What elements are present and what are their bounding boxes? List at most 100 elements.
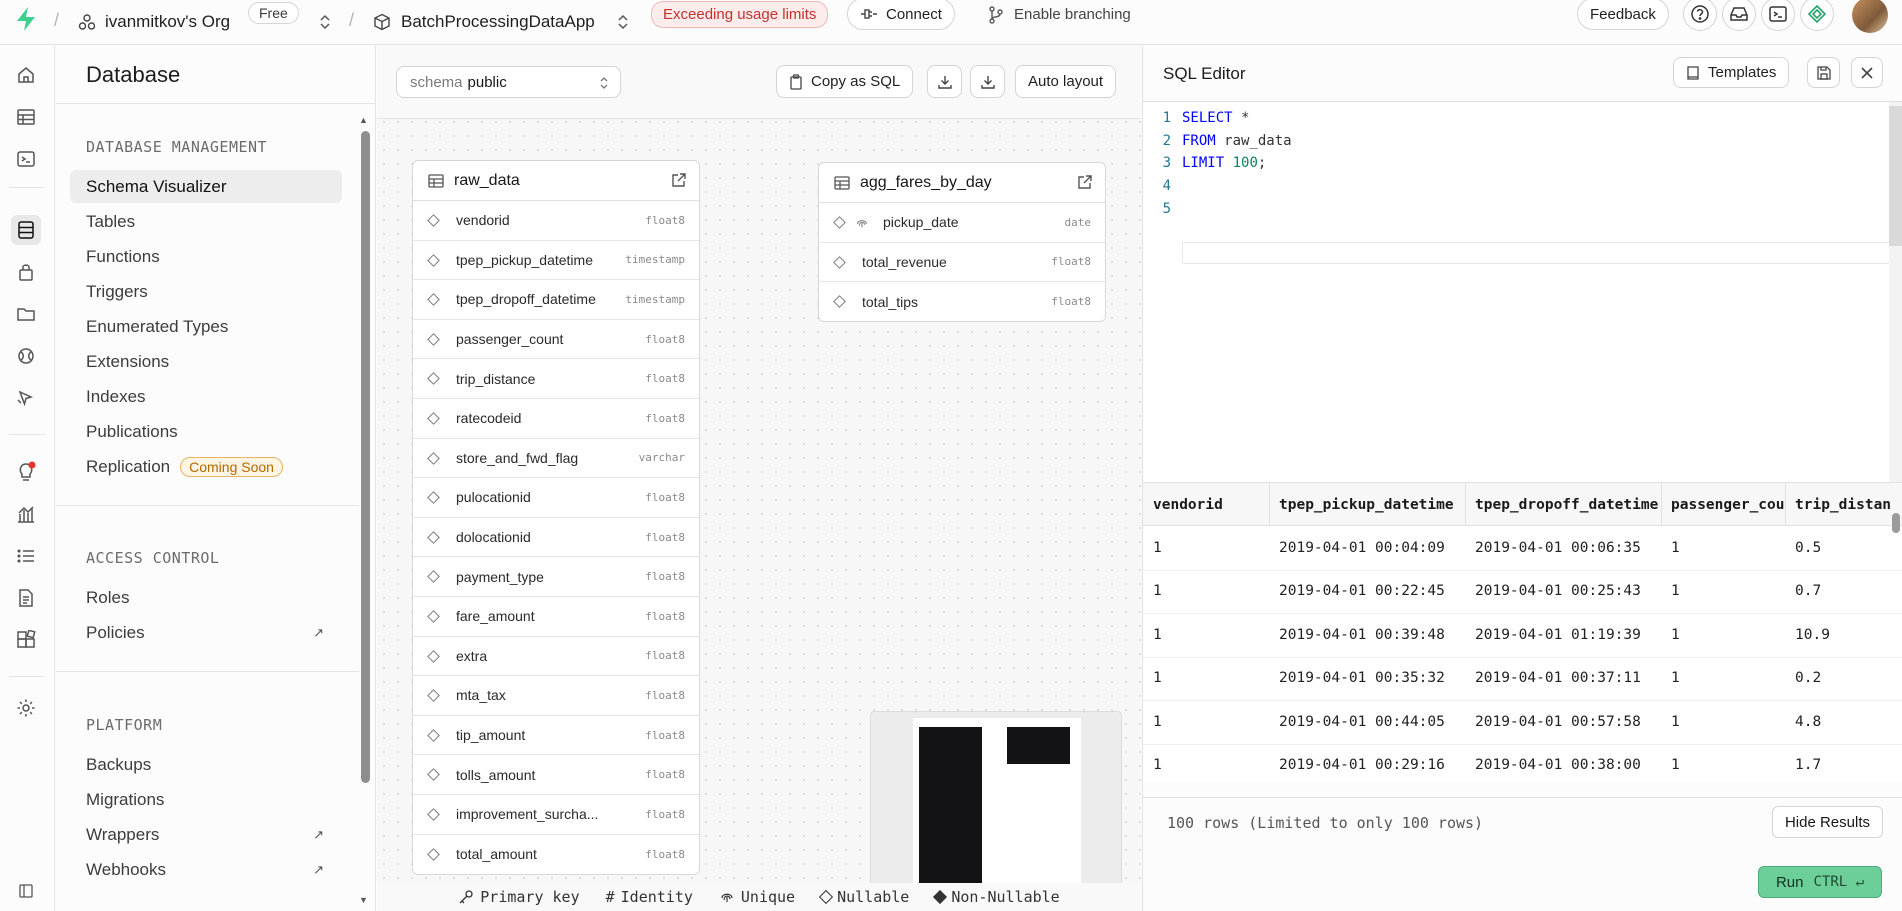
column-row[interactable]: total_amount float8 [413,835,699,875]
org-name[interactable]: ivanmitkov's Org [105,12,230,32]
database-icon[interactable] [11,215,41,245]
copy-as-sql-button[interactable]: Copy as SQL [776,65,914,98]
table-cell[interactable]: 1 [1661,526,1785,570]
table-cell[interactable]: 1 [1661,744,1785,783]
schema-canvas[interactable]: schema public Copy as SQL Auto layout ra… [377,45,1141,911]
table-cell[interactable]: 2019-04-01 01:19:39 [1465,613,1661,657]
table-cell[interactable]: 1 [1661,657,1785,701]
column-row[interactable]: tip_amount float8 [413,716,699,756]
usage-warning-badge[interactable]: Exceeding usage limits [651,1,829,28]
table-cell[interactable]: 2019-04-01 00:25:43 [1465,570,1661,614]
column-header[interactable]: tpep_pickup_datetime [1269,483,1465,526]
table-cell[interactable]: 2019-04-01 00:22:45 [1269,570,1465,614]
table-cell[interactable]: 1 [1143,570,1269,614]
menu-scrollbar[interactable] [361,131,370,783]
column-row[interactable]: trip_distance float8 [413,359,699,399]
menu-item-tables[interactable]: Tables [70,205,342,238]
column-row[interactable]: tpep_pickup_datetime timestamp [413,241,699,281]
home-icon[interactable] [12,61,40,89]
column-row[interactable]: mta_tax float8 [413,676,699,716]
scroll-down-arrow-icon[interactable]: ▼ [359,895,368,905]
org-switcher-chevron-icon[interactable] [318,13,332,31]
table-cell[interactable]: 1 [1661,700,1785,744]
code-editor[interactable]: 1 2 3 4 5 SELECT * FROM raw_data LIMIT 1… [1143,102,1902,482]
table-cell[interactable]: 0.7 [1785,570,1902,614]
templates-button[interactable]: Templates [1673,57,1790,88]
column-row[interactable]: ratecodeid float8 [413,399,699,439]
column-row[interactable]: pulocationid float8 [413,478,699,518]
table-cell[interactable]: 1 [1661,613,1785,657]
menu-item-functions[interactable]: Functions [70,240,342,273]
column-row[interactable]: total_tips float8 [819,282,1105,321]
project-name[interactable]: BatchProcessingDataApp [401,12,595,32]
integrations-icon[interactable] [12,626,40,654]
column-row[interactable]: tpep_dropoff_datetime timestamp [413,280,699,320]
menu-item-backups[interactable]: Backups [70,748,342,781]
storage-icon[interactable] [12,300,40,328]
api-docs-icon[interactable] [12,584,40,612]
table-cell[interactable]: 2019-04-01 00:57:58 [1465,700,1661,744]
collapse-sidebar-icon[interactable] [12,877,40,905]
help-icon[interactable] [1683,0,1717,31]
results-vertical-scrollbar[interactable] [1892,513,1900,533]
run-button[interactable]: Run CTRL ↵ [1758,866,1882,898]
table-cell[interactable]: 10.9 [1785,613,1902,657]
column-row[interactable]: improvement_surcha... float8 [413,795,699,835]
open-external-icon[interactable] [1077,174,1093,190]
table-editor-icon[interactable] [12,103,40,131]
table-cell[interactable]: 0.2 [1785,657,1902,701]
table-cell[interactable]: 2019-04-01 00:35:32 [1269,657,1465,701]
supabase-logo-icon[interactable] [14,6,40,32]
terminal-icon[interactable] [1761,0,1795,31]
editor-scrollbar[interactable] [1889,106,1902,246]
schema-select[interactable]: schema public [396,66,621,98]
save-icon[interactable] [1807,57,1840,88]
sql-editor-icon[interactable] [12,145,40,173]
settings-gear-icon[interactable] [12,694,40,722]
column-row[interactable]: store_and_fwd_flag varchar [413,439,699,479]
table-cell[interactable]: 1 [1661,570,1785,614]
realtime-icon[interactable] [12,342,40,370]
menu-item-extensions[interactable]: Extensions [70,345,342,378]
table-cell[interactable]: 1 [1143,700,1269,744]
table-cell[interactable]: 1 [1143,657,1269,701]
table-cell[interactable]: 2019-04-01 00:04:09 [1269,526,1465,570]
menu-item-roles[interactable]: Roles [70,581,342,614]
column-header[interactable]: tpep_dropoff_datetime [1465,483,1661,526]
column-row[interactable]: total_revenue float8 [819,243,1105,283]
table-cell[interactable]: 4.8 [1785,700,1902,744]
menu-item-publications[interactable]: Publications [70,415,342,448]
column-header[interactable]: vendorid [1143,483,1269,526]
table-card-agg-fares-by-day[interactable]: agg_fares_by_day pickup_date date total_re… [818,162,1106,322]
auto-layout-button[interactable]: Auto layout [1015,65,1117,98]
auth-lock-icon[interactable] [12,258,40,286]
column-header[interactable]: passenger_cou [1661,483,1785,526]
table-cell[interactable]: 2019-04-01 00:38:00 [1465,744,1661,783]
column-row[interactable]: payment_type float8 [413,557,699,597]
column-row[interactable]: extra float8 [413,637,699,677]
table-cell[interactable]: 2019-04-01 00:06:35 [1465,526,1661,570]
close-icon[interactable] [1851,57,1883,88]
table-cell[interactable]: 2019-04-01 00:29:16 [1269,744,1465,783]
enable-branching-button[interactable]: Enable branching [1014,6,1131,23]
table-cell[interactable]: 2019-04-01 00:39:48 [1269,613,1465,657]
column-row[interactable]: tolls_amount float8 [413,755,699,795]
download-icon[interactable] [927,65,962,98]
table-cell[interactable]: 1 [1143,744,1269,783]
edge-functions-icon[interactable] [12,384,40,412]
column-row[interactable]: pickup_date date [819,203,1105,243]
table-cell[interactable]: 2019-04-01 00:37:11 [1465,657,1661,701]
menu-item-migrations[interactable]: Migrations [70,783,342,816]
open-external-icon[interactable] [671,172,687,188]
column-row[interactable]: dolocationid float8 [413,518,699,558]
table-cell[interactable]: 1 [1143,526,1269,570]
feedback-button[interactable]: Feedback [1577,0,1669,30]
download-image-icon[interactable] [970,65,1005,98]
menu-item-policies[interactable]: Policies ↗ [70,616,342,649]
menu-item-enumerated-types[interactable]: Enumerated Types [70,310,342,343]
logs-list-icon[interactable] [12,542,40,570]
column-row[interactable]: fare_amount float8 [413,597,699,637]
connect-button[interactable]: Connect [847,0,955,30]
avatar[interactable] [1852,0,1888,33]
menu-item-triggers[interactable]: Triggers [70,275,342,308]
